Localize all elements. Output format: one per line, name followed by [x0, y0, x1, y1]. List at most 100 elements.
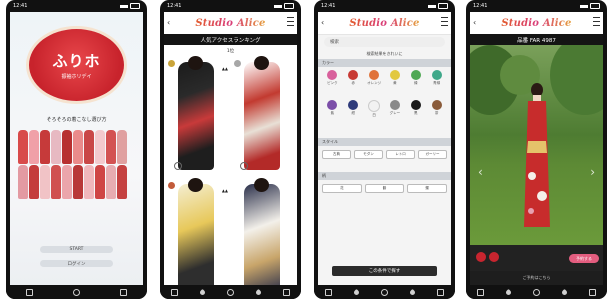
color-dot — [431, 70, 442, 80]
menu-icon[interactable] — [287, 17, 294, 26]
rank-1-badge — [168, 60, 175, 67]
color-swatch[interactable]: 紫 — [322, 100, 343, 118]
color-label: 緑 — [413, 81, 418, 85]
color-section-header: カラー — [318, 59, 451, 67]
favorite-icon[interactable] — [174, 162, 182, 170]
menu-icon[interactable] — [593, 17, 600, 26]
status-bar: 12:41 — [314, 0, 455, 12]
mypage-tab-icon[interactable] — [589, 288, 596, 296]
color-swatch[interactable]: 白 — [364, 100, 385, 118]
app-logo: ふりホ 振袖ホリデイ — [29, 29, 124, 101]
kimono-item[interactable] — [232, 56, 294, 174]
color-dot — [327, 70, 338, 80]
color-dot — [348, 100, 359, 110]
likes-tab-icon[interactable] — [560, 288, 569, 296]
status-bar: 12:41 — [6, 0, 147, 12]
app-tab-bar — [466, 285, 607, 299]
pattern-section-header: 柄 — [318, 172, 451, 180]
home-tab-icon[interactable] — [477, 288, 484, 296]
color-label: 赤 — [351, 81, 355, 85]
kimono-item[interactable]: ▲▲ — [166, 56, 228, 174]
color-swatch[interactable]: 紺 — [343, 100, 364, 118]
favorites-tab-icon[interactable] — [352, 288, 361, 296]
status-time: 12:41 — [167, 3, 182, 9]
prev-photo-icon[interactable]: ‹ — [478, 165, 483, 179]
color-swatch[interactable]: 黒 — [405, 100, 426, 118]
color-swatch[interactable]: 茶 — [426, 100, 447, 118]
search-tab-icon[interactable] — [533, 288, 540, 296]
color-swatch[interactable]: 青緑 — [426, 70, 447, 86]
back-nav-icon[interactable] — [26, 288, 33, 296]
filter-chip[interactable]: モダン — [354, 150, 383, 159]
color-swatch[interactable]: オレンジ — [364, 70, 385, 86]
login-button[interactable]: ログイン — [40, 260, 113, 267]
color-swatch[interactable]: グレー — [385, 100, 406, 118]
menu-icon[interactable] — [441, 17, 448, 26]
filter-chip[interactable]: 古典 — [322, 150, 351, 159]
search-submit-button[interactable]: この条件で探す — [332, 266, 437, 276]
item-tag: ▲▲ — [221, 188, 228, 193]
phone-screen-detail: 12:41 ‹ Studio Alice 品番 FAR 4987 ‹ › 予約す… — [466, 0, 607, 299]
back-icon[interactable]: ‹ — [167, 18, 170, 27]
color-dot — [368, 100, 381, 112]
reserve-button[interactable]: 予約する — [569, 254, 599, 263]
status-time: 12:41 — [473, 3, 488, 9]
color-dot — [369, 70, 380, 80]
brand-logo: Studio Alice — [349, 17, 420, 29]
color-swatch[interactable]: 黄 — [385, 70, 406, 86]
app-header: ‹ Studio Alice — [470, 12, 603, 35]
kimono-item[interactable] — [232, 178, 294, 285]
search-tab-icon[interactable] — [227, 288, 234, 296]
item-code: 品番 FAR 4987 — [470, 34, 603, 45]
home-tagline: そろそろの着こなし選び方 — [46, 117, 107, 123]
battery-icon — [130, 3, 140, 9]
home-screen: ふりホ 振袖ホリデイ そろそろの着こなし選び方 START ログイン — [10, 12, 143, 285]
app-header: ‹ Studio Alice — [164, 12, 297, 35]
color-label: 茶 — [434, 111, 439, 115]
home-nav-icon[interactable] — [73, 288, 80, 296]
mypage-tab-icon[interactable] — [283, 288, 290, 296]
app-tab-bar — [314, 285, 455, 299]
kimono-item[interactable]: ▲▲ — [166, 178, 228, 285]
recents-nav-icon[interactable] — [120, 288, 127, 296]
rank-2-badge — [234, 60, 241, 67]
filter-chip[interactable]: レトロ — [386, 150, 415, 159]
detail-footer[interactable]: ご予約はこちら — [470, 271, 603, 285]
color-dot — [389, 70, 400, 80]
search-tab-icon[interactable] — [381, 288, 388, 296]
color-swatch[interactable]: 赤 — [343, 70, 364, 86]
favorites-tab-icon[interactable] — [198, 288, 207, 296]
logo-title: ふりホ — [52, 52, 101, 70]
filter-chip[interactable]: 鶴 — [364, 184, 405, 193]
search-input[interactable]: 検索 — [324, 37, 445, 47]
start-button[interactable]: START — [40, 246, 113, 253]
favorites-tab-icon[interactable] — [504, 288, 513, 296]
kimono-photo — [244, 62, 280, 170]
back-icon[interactable]: ‹ — [473, 18, 476, 27]
favorite-icon[interactable] — [240, 162, 248, 170]
filter-chip[interactable]: 蝶 — [407, 184, 448, 193]
mypage-tab-icon[interactable] — [437, 288, 444, 296]
color-swatch[interactable]: ピンク — [322, 70, 343, 86]
likes-tab-icon[interactable] — [408, 288, 417, 296]
color-swatch[interactable]: 緑 — [405, 70, 426, 86]
status-time: 12:41 — [13, 3, 28, 9]
home-tab-icon[interactable] — [325, 288, 332, 296]
app-header: ‹ Studio Alice — [318, 12, 451, 35]
likes-tab-icon[interactable] — [254, 288, 263, 296]
color-dot — [431, 100, 442, 110]
favorite-button[interactable] — [476, 252, 486, 262]
status-time: 12:41 — [321, 3, 336, 9]
style-chip-row: 古典 モダン レトロ ガーリー — [322, 150, 447, 159]
filter-chip[interactable]: ガーリー — [418, 150, 447, 159]
logo-subtitle: 振袖ホリデイ — [61, 74, 92, 80]
battery-icon — [590, 3, 600, 9]
filter-chip[interactable]: 花 — [322, 184, 362, 193]
home-tab-icon[interactable] — [171, 288, 178, 296]
filter-caption: 検索結果をきれいに — [366, 51, 403, 56]
back-icon[interactable]: ‹ — [321, 18, 324, 27]
share-button[interactable] — [489, 252, 499, 262]
next-photo-icon[interactable]: › — [590, 165, 595, 179]
model-head — [188, 178, 203, 192]
color-label: 紫 — [330, 111, 335, 115]
